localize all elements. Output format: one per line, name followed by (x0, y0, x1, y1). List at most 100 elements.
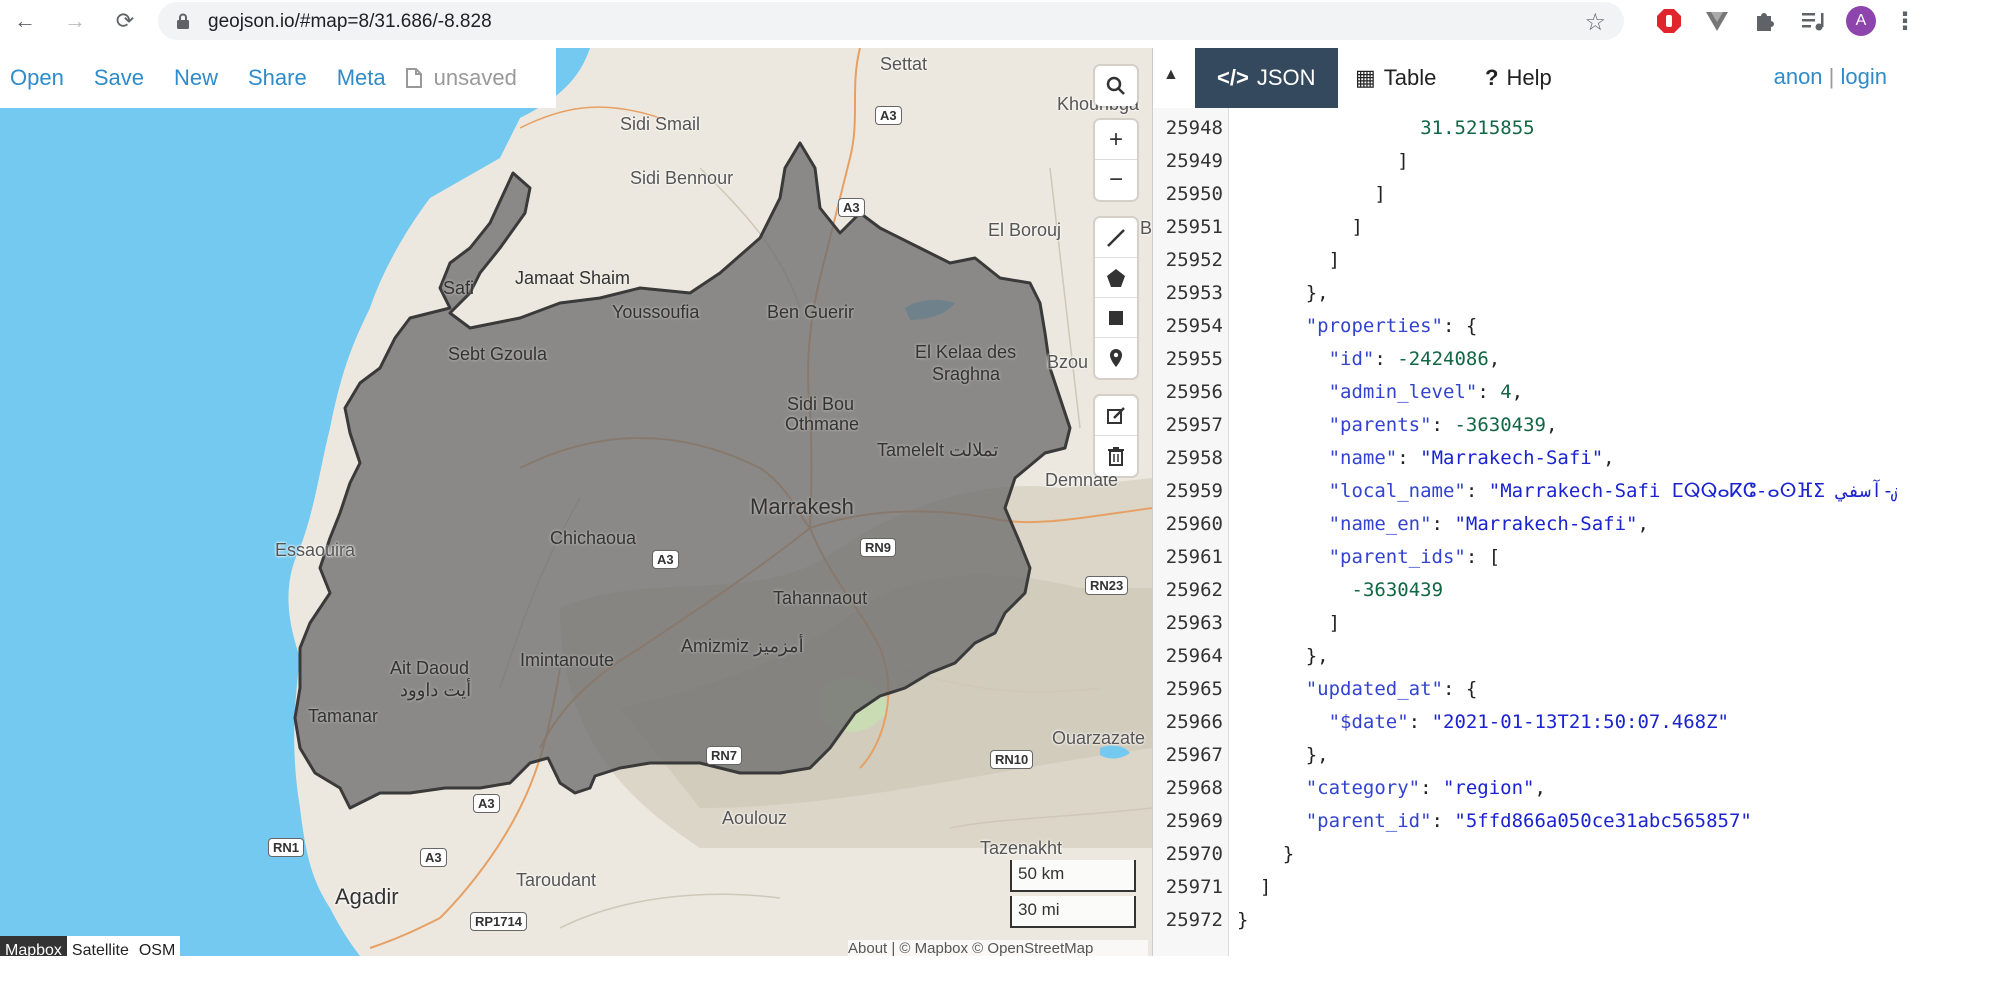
adblock-extension-icon[interactable] (1654, 6, 1684, 36)
line-number: 25970 (1165, 843, 1223, 865)
scale-mi: 30 mi (1010, 896, 1136, 928)
town-label: Ait Daoud (390, 658, 470, 678)
line-text: "local_name": "Marrakech-Safi ⵎⵕⵕⴰⴽⵛ-ⴰⵙⴼ… (1329, 475, 1897, 508)
code-line: 25971] (1153, 871, 1897, 904)
login-link[interactable]: login (1841, 64, 1887, 89)
town-label: Amizmiz أمزميز (681, 636, 804, 656)
avatar: A (1846, 6, 1876, 36)
line-text: 31.5215855 (1420, 112, 1534, 145)
puzzle-extension-icon[interactable] (1750, 6, 1780, 36)
json-punct: ] (1351, 216, 1363, 238)
marker-icon (1110, 349, 1122, 367)
user-separator: | (1828, 64, 1835, 89)
line-text: ] (1352, 211, 1363, 244)
open-menu-item[interactable]: Open (10, 65, 64, 91)
meta-menu-item[interactable]: Meta (337, 65, 386, 91)
json-editor[interactable]: 25948 31.5215855 25949] 25950] 25951] 25952] 2… (1153, 108, 1897, 956)
zoom-control: + − (1095, 120, 1137, 200)
line-text: }, (1306, 640, 1329, 673)
town-label: Safi (443, 278, 475, 298)
line-number: 25969 (1165, 810, 1223, 832)
json-key: "parent_id" (1305, 810, 1432, 832)
town-label: Othmane (785, 414, 860, 434)
vivaldi-extension-icon[interactable] (1702, 6, 1732, 36)
collapse-toggle-icon[interactable]: ▲ (1163, 66, 1179, 84)
back-button[interactable]: ← (10, 6, 40, 36)
line-text: ] (1260, 871, 1271, 904)
reload-button[interactable]: ⟳ (110, 6, 140, 36)
tab-help[interactable]: ? Help (1463, 48, 1574, 108)
line-text: "id": -2424086, (1329, 343, 1501, 376)
code-line: 25965 "updated_at": { (1153, 673, 1897, 706)
draw-polygon-button[interactable] (1095, 258, 1137, 298)
region-polygon[interactable] (0, 48, 1152, 956)
unsaved-status: unsaved (405, 65, 517, 91)
search-icon (1106, 76, 1125, 95)
delete-button[interactable] (1095, 436, 1137, 476)
line-number: 25950 (1165, 183, 1223, 205)
line-number: 25965 (1165, 678, 1223, 700)
json-punct: , (1511, 381, 1524, 403)
json-punct: : (1465, 480, 1489, 502)
browser-toolbar: ← → ⟳ geojson.io/#map=8/31.686/-8.828 ☆ … (0, 0, 1993, 42)
unsaved-label: unsaved (433, 65, 517, 90)
draw-marker-button[interactable] (1095, 338, 1137, 378)
user-name[interactable]: anon (1774, 64, 1823, 89)
road-shield: RP1714 (470, 912, 527, 931)
code-line: 25967}, (1153, 739, 1897, 772)
map-canvas[interactable]: Settat Sidi Smail Khouribga Sidi Bennour… (0, 48, 1152, 956)
line-text: "parent_ids": [ (1329, 541, 1501, 574)
code-line: 25961 "parent_ids": [ (1153, 541, 1897, 574)
new-menu-item[interactable]: New (174, 65, 218, 91)
town-label: Settat (880, 54, 928, 74)
profile-button[interactable]: A (1846, 6, 1876, 36)
layer-satellite[interactable]: Satellite (66, 936, 134, 956)
code-line: 25948 31.5215855 (1153, 112, 1897, 145)
map-attribution[interactable]: About | © Mapbox © OpenStreetMap (848, 940, 1148, 956)
media-controls-icon[interactable] (1798, 6, 1828, 36)
json-punct: ] (1259, 876, 1272, 898)
town-label: Taroudant (516, 870, 597, 890)
layer-osm[interactable]: OSM (133, 936, 181, 956)
json-punct: , (1534, 777, 1546, 799)
json-punct: : { (1442, 678, 1478, 700)
edit-button[interactable] (1095, 396, 1137, 436)
address-bar[interactable]: geojson.io/#map=8/31.686/-8.828 ☆ (158, 2, 1624, 40)
road-shield: RN7 (706, 746, 743, 765)
town-label: B (1140, 218, 1152, 238)
line-number: 25962 (1165, 579, 1223, 601)
json-number: 31.5215855 (1420, 117, 1535, 139)
json-key: "updated_at" (1305, 678, 1443, 700)
draw-rectangle-button[interactable] (1095, 298, 1137, 338)
tab-json[interactable]: </> JSON (1195, 48, 1338, 108)
town-label: El Borouj (988, 220, 1062, 240)
tab-table[interactable]: ▦ Table (1333, 48, 1458, 108)
town-label: Sebt Gzoula (448, 344, 548, 364)
bookmark-star-icon[interactable]: ☆ (1584, 8, 1606, 37)
json-punct: : (1431, 810, 1455, 832)
json-string: "region" (1442, 777, 1535, 799)
town-label: Tamelelt تملالت (877, 440, 999, 460)
json-key: "properties" (1305, 315, 1443, 337)
town-label: Sidi Smail (620, 114, 701, 134)
line-number: 25948 (1165, 117, 1223, 139)
line-text: } (1283, 838, 1294, 871)
save-menu-item[interactable]: Save (94, 65, 144, 91)
line-number: 25957 (1165, 414, 1223, 436)
json-punct: : (1431, 513, 1455, 535)
browser-menu-icon[interactable]: ⋮ (1890, 6, 1920, 36)
json-punct: : [ (1465, 546, 1501, 568)
draw-line-button[interactable] (1095, 218, 1137, 258)
map-menu-bar: Open Save New Share Meta unsaved (0, 48, 556, 108)
zoom-in-button[interactable]: + (1095, 120, 1137, 160)
code-line: 25969 "parent_id": "5ffd866a050ce31abc565… (1153, 805, 1897, 838)
search-button[interactable] (1095, 66, 1137, 106)
share-menu-item[interactable]: Share (248, 65, 307, 91)
layer-mapbox[interactable]: Mapbox (0, 936, 67, 956)
zoom-out-button[interactable]: − (1095, 160, 1137, 200)
edit-icon (1107, 406, 1125, 424)
forward-button[interactable]: → (60, 6, 90, 36)
json-key: "parents" (1328, 414, 1432, 436)
town-label: Ben Guerir (767, 302, 855, 322)
search-control[interactable] (1095, 66, 1137, 106)
